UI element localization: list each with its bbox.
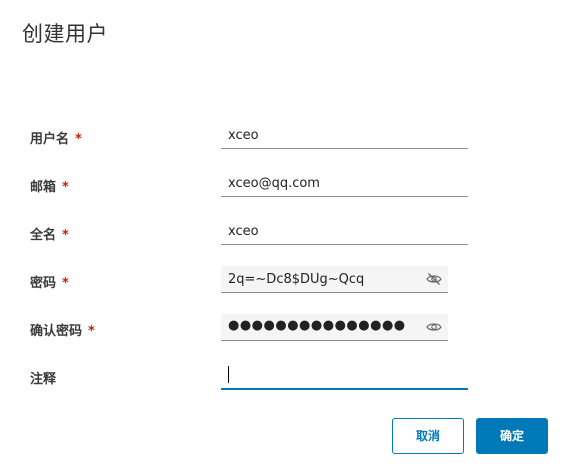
required-asterisk: * xyxy=(62,276,69,291)
notes-label-text: 注释 xyxy=(30,372,57,387)
confirm-password-input[interactable]: ●●●●●●●●●●●●●●● xyxy=(221,314,448,341)
fullname-input[interactable]: xceo xyxy=(221,218,468,245)
required-asterisk: * xyxy=(62,180,69,195)
dialog-title: 创建用户 xyxy=(22,22,108,46)
notes-input[interactable] xyxy=(221,362,468,390)
fullname-row: 全名 * xceo xyxy=(0,218,568,248)
text-cursor xyxy=(228,366,229,383)
required-asterisk: * xyxy=(75,132,82,147)
password-label-text: 密码 xyxy=(30,276,57,291)
ok-button[interactable]: 确定 xyxy=(476,418,548,454)
email-label-text: 邮箱 xyxy=(30,180,57,195)
fullname-label: 全名 * xyxy=(30,224,69,243)
notes-label: 注释 xyxy=(30,368,56,387)
fullname-label-text: 全名 xyxy=(30,228,57,243)
password-label: 密码 * xyxy=(30,272,69,291)
email-row: 邮箱 * xceo@qq.com xyxy=(0,170,568,200)
username-value: xceo xyxy=(228,128,259,143)
cancel-button[interactable]: 取消 xyxy=(392,418,464,454)
password-row: 密码 * 2q=~Dc8$DUg~Qcq xyxy=(0,266,568,296)
password-input[interactable]: 2q=~Dc8$DUg~Qcq xyxy=(221,266,448,293)
email-value: xceo@qq.com xyxy=(228,176,320,191)
confirm-password-label-text: 确认密码 xyxy=(30,324,83,339)
required-asterisk: * xyxy=(88,324,95,339)
username-label-text: 用户名 xyxy=(30,132,70,147)
username-row: 用户名 * xceo xyxy=(0,122,568,152)
eye-slash-icon[interactable] xyxy=(426,272,442,286)
required-asterisk: * xyxy=(62,228,69,243)
confirm-password-value: ●●●●●●●●●●●●●●● xyxy=(228,318,406,333)
username-input[interactable]: xceo xyxy=(221,122,468,149)
email-input[interactable]: xceo@qq.com xyxy=(221,170,468,197)
password-value: 2q=~Dc8$DUg~Qcq xyxy=(228,272,365,287)
email-label: 邮箱 * xyxy=(30,176,69,195)
confirm-password-label: 确认密码 * xyxy=(30,320,95,339)
notes-row: 注释 xyxy=(0,362,568,392)
confirm-password-row: 确认密码 * ●●●●●●●●●●●●●●● xyxy=(0,314,568,344)
create-user-dialog: 创建用户 用户名 * xceo 邮箱 * xceo@qq.com 全名 * xceo … xyxy=(0,0,568,473)
username-label: 用户名 * xyxy=(30,128,82,147)
fullname-value: xceo xyxy=(228,224,259,239)
eye-icon[interactable] xyxy=(426,320,442,334)
